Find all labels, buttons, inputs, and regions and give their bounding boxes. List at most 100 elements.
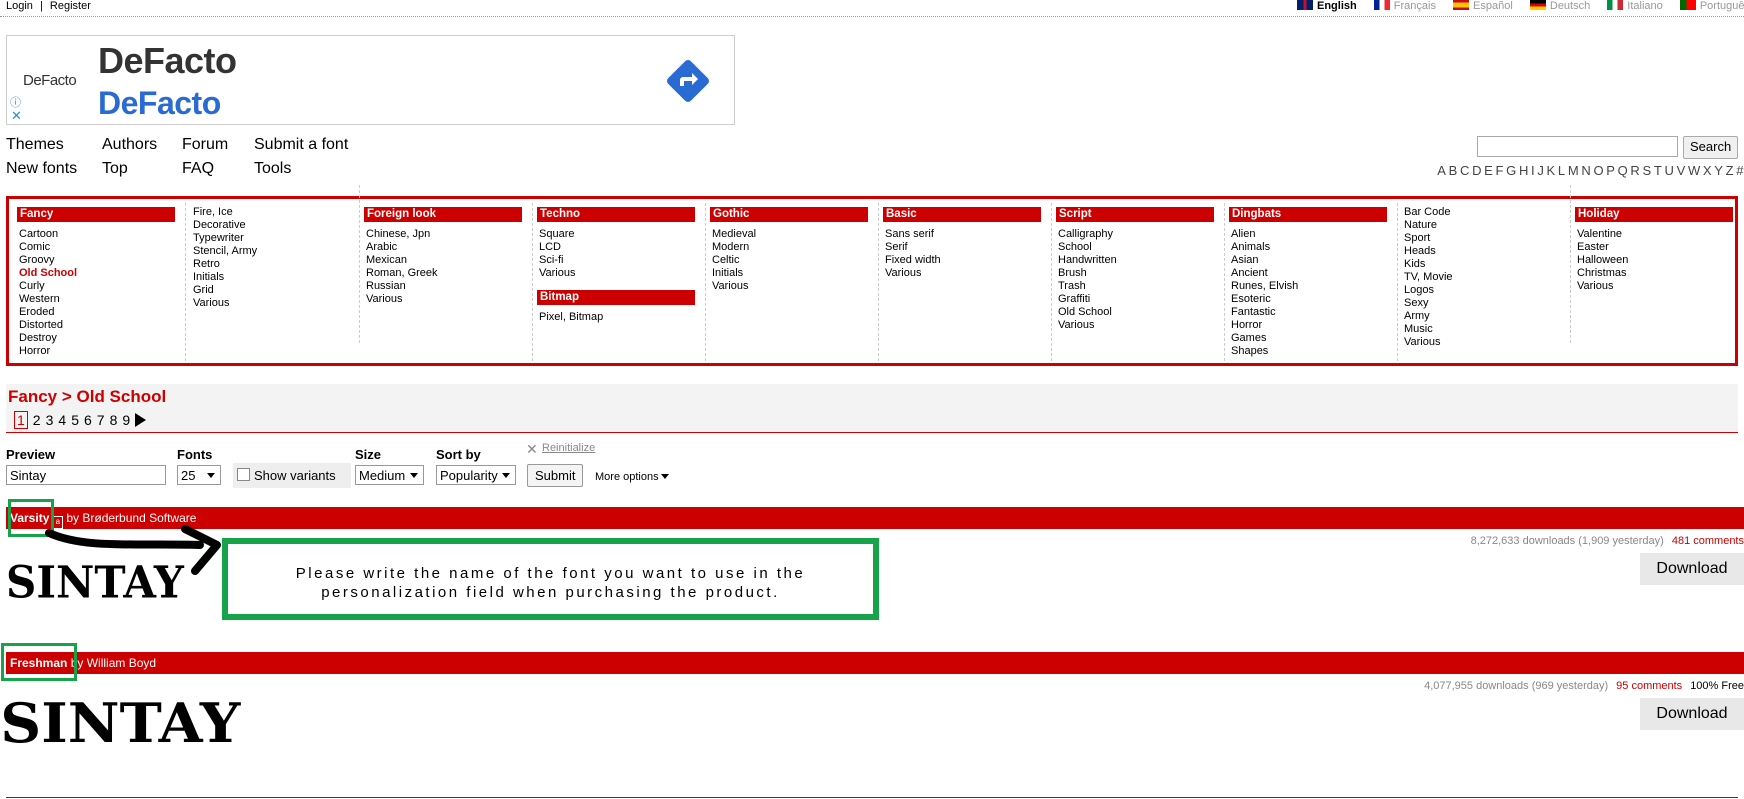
category-item[interactable]: Fixed width — [883, 254, 1051, 267]
alpha-letter[interactable]: R — [1630, 163, 1640, 178]
nav-new-fonts[interactable]: New fonts — [6, 160, 77, 178]
page-current[interactable]: 1 — [14, 411, 28, 429]
category-item[interactable]: Sexy — [1402, 297, 1570, 310]
category-heading[interactable]: Holiday — [1575, 207, 1733, 222]
register-link[interactable]: Register — [50, 0, 91, 12]
alpha-letter[interactable]: K — [1547, 163, 1556, 178]
category-item[interactable]: Pixel, Bitmap — [537, 311, 705, 324]
category-item[interactable]: Curly — [17, 280, 185, 293]
alpha-letter[interactable]: T — [1654, 163, 1662, 178]
category-item[interactable]: Games — [1229, 332, 1397, 345]
category-item[interactable]: Russian — [364, 280, 532, 293]
category-item[interactable]: Old School — [1056, 306, 1224, 319]
category-item[interactable]: School — [1056, 241, 1224, 254]
login-link[interactable]: Login — [6, 0, 33, 12]
category-item[interactable]: Typewriter — [191, 232, 359, 245]
category-item[interactable]: Shapes — [1229, 345, 1397, 358]
category-item[interactable]: Music — [1402, 323, 1570, 336]
alpha-letter[interactable]: D — [1472, 163, 1482, 178]
category-heading[interactable]: Basic — [883, 207, 1041, 222]
category-item[interactable]: Bar Code — [1402, 206, 1570, 219]
alpha-letter[interactable]: U — [1665, 163, 1675, 178]
alpha-letter[interactable]: B — [1449, 163, 1458, 178]
advertisement-banner[interactable]: DeFacto DeFacto DeFacto ⓘ ✕ — [6, 35, 735, 125]
alpha-letter[interactable]: P — [1606, 163, 1615, 178]
category-item[interactable]: Graffiti — [1056, 293, 1224, 306]
category-item[interactable]: Initials — [191, 271, 359, 284]
category-item[interactable]: Modern — [710, 241, 878, 254]
category-item[interactable]: Sans serif — [883, 228, 1051, 241]
search-button[interactable]: Search — [1683, 136, 1739, 159]
category-item[interactable]: Square — [537, 228, 705, 241]
download-button[interactable]: Download — [1640, 553, 1744, 585]
alpha-letter[interactable]: S — [1643, 163, 1652, 178]
comments-link[interactable]: 481 comments — [1672, 535, 1744, 547]
alpha-letter[interactable]: X — [1703, 163, 1712, 178]
lang-german[interactable]: Deutsch — [1529, 0, 1590, 12]
breadcrumb[interactable]: Fancy > Old School — [8, 387, 166, 407]
nav-themes[interactable]: Themes — [6, 136, 64, 154]
category-item[interactable]: Valentine — [1575, 228, 1735, 241]
lang-italian[interactable]: Italiano — [1607, 0, 1663, 12]
category-item[interactable]: Grid — [191, 284, 359, 297]
next-page-icon[interactable] — [135, 413, 147, 427]
category-item[interactable]: Logos — [1402, 284, 1570, 297]
category-heading[interactable]: Bitmap — [537, 290, 695, 305]
category-heading[interactable]: Dingbats — [1229, 207, 1387, 222]
reinitialize-link[interactable]: Reinitialize — [542, 442, 595, 454]
category-item[interactable]: Sci-fi — [537, 254, 705, 267]
alpha-letter[interactable]: V — [1677, 163, 1686, 178]
category-item[interactable]: Brush — [1056, 267, 1224, 280]
size-select[interactable]: Medium — [355, 465, 424, 485]
page-link[interactable]: 8 — [110, 412, 118, 428]
category-item[interactable]: Various — [537, 267, 705, 280]
category-item[interactable]: Asian — [1229, 254, 1397, 267]
category-item[interactable]: Runes, Elvish — [1229, 280, 1397, 293]
nav-authors[interactable]: Authors — [102, 136, 157, 154]
alpha-letter[interactable]: Q — [1618, 163, 1629, 178]
category-item[interactable]: Arabic — [364, 241, 532, 254]
lang-french[interactable]: Français — [1373, 0, 1436, 12]
category-item[interactable]: Handwritten — [1056, 254, 1224, 267]
category-item[interactable]: Animals — [1229, 241, 1397, 254]
category-item[interactable]: Fantastic — [1229, 306, 1397, 319]
category-item[interactable]: Kids — [1402, 258, 1570, 271]
alpha-letter[interactable]: H — [1519, 163, 1529, 178]
page-link[interactable]: 2 — [33, 412, 41, 428]
preview-input[interactable]: Sintay — [6, 465, 166, 485]
category-heading[interactable]: Foreign look — [364, 207, 522, 222]
sort-select[interactable]: Popularity — [436, 465, 516, 485]
category-item[interactable]: Heads — [1402, 245, 1570, 258]
category-item[interactable]: Decorative — [191, 219, 359, 232]
alpha-letter[interactable]: W — [1688, 163, 1701, 178]
alpha-letter[interactable]: E — [1484, 163, 1493, 178]
nav-top[interactable]: Top — [102, 160, 128, 178]
category-item[interactable]: Initials — [710, 267, 878, 280]
page-link[interactable]: 9 — [122, 412, 130, 428]
category-item[interactable]: Various — [364, 293, 532, 306]
nav-submit-font[interactable]: Submit a font — [254, 136, 348, 154]
category-heading[interactable]: Gothic — [710, 207, 868, 222]
nav-tools[interactable]: Tools — [254, 160, 291, 178]
category-item[interactable]: Various — [1056, 319, 1224, 332]
alpha-letter[interactable]: F — [1496, 163, 1504, 178]
category-heading[interactable]: Fancy — [17, 207, 175, 222]
alpha-letter[interactable]: N — [1581, 163, 1591, 178]
category-item[interactable]: Stencil, Army — [191, 245, 359, 258]
category-item[interactable]: TV, Movie — [1402, 271, 1570, 284]
more-options-toggle[interactable]: More options — [595, 471, 669, 483]
category-item[interactable]: Nature — [1402, 219, 1570, 232]
page-link[interactable]: 6 — [84, 412, 92, 428]
category-item[interactable]: Ancient — [1229, 267, 1397, 280]
ad-close-icon[interactable]: ✕ — [11, 108, 22, 124]
alpha-letter[interactable]: Y — [1714, 163, 1723, 178]
alpha-letter[interactable]: C — [1460, 163, 1470, 178]
category-item[interactable]: Horror — [17, 345, 185, 358]
alpha-letter[interactable]: I — [1531, 163, 1535, 178]
page-link[interactable]: 4 — [58, 412, 66, 428]
page-link[interactable]: 5 — [71, 412, 79, 428]
alpha-letter[interactable]: M — [1568, 163, 1579, 178]
comments-link[interactable]: 95 comments — [1616, 680, 1682, 692]
category-item[interactable]: Various — [1575, 280, 1735, 293]
submit-button[interactable]: Submit — [527, 464, 584, 487]
